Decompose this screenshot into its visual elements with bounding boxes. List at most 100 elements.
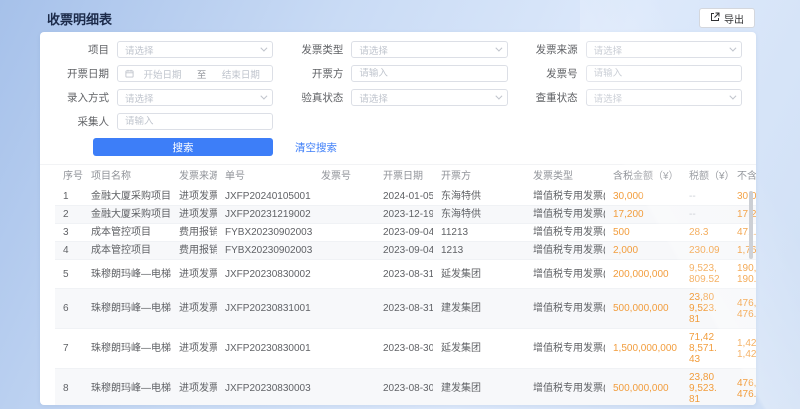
cell-order_no: JXFP20231219002 [217,206,313,224]
filter-label-verify-status: 验真状态 [289,90,351,105]
cell-type: 增值税专用发票(蓝) [525,329,605,369]
cell-source: 进项发票 [171,260,217,289]
cell-order_no: JXFP20230830003 [217,369,313,406]
cell-date: 2023-12-19 [375,206,433,224]
column-header: 序号 [55,165,83,188]
cell-invoice_no [313,329,375,369]
table-row[interactable]: 7珠穆朗玛峰—电梯安装进项发票JXFP202308300012023-08-30… [55,329,756,369]
cell-type: 增值税专用发票(蓝) [525,242,605,260]
issuer-field [351,65,507,82]
clear-search-link[interactable]: 清空搜索 [295,140,337,155]
column-header: 项目名称 [83,165,171,188]
invoice-no-input[interactable] [594,68,734,79]
cell-no: 2 [55,206,83,224]
collector-input[interactable] [125,116,265,127]
column-header: 开票方 [433,165,525,188]
cell-invoice_no [313,260,375,289]
cell-source: 费用报销 [171,224,217,242]
cell-invoice_no [313,224,375,242]
cell-order_no: FYBX20230902003 [217,242,313,260]
cell-invoice_no [313,242,375,260]
cell-tax: 23,809,523.81 [681,289,729,329]
issuer-input[interactable] [359,68,499,79]
table-row[interactable]: 5珠穆朗玛峰—电梯安装进项发票JXFP202308300022023-08-31… [55,260,756,289]
cell-issuer: 建发集团 [433,289,525,329]
filter-label-invoice-type: 发票类型 [289,42,351,57]
table-row[interactable]: 1金融大厦采购项目进项发票JXFP202401050012024-01-05东海… [55,188,756,206]
cell-amount_without_tax: 476,190,476.19 [729,289,756,329]
vertical-scrollbar[interactable] [749,191,753,259]
table-row[interactable]: 8珠穆朗玛峰—电梯安装进项发票JXFP202308300032023-08-30… [55,369,756,406]
filter-label-issuer: 开票方 [289,66,351,81]
cell-project: 成本管控项目 [83,242,171,260]
cell-issuer: 东海特供 [433,188,525,206]
dup-status-select[interactable]: 请选择 [586,89,742,106]
cell-amount_without_tax: 1,428,571,428.57 [729,329,756,369]
cell-issuer: 东海特供 [433,206,525,224]
filter-label-collector: 采集人 [55,114,117,129]
export-label: 导出 [724,11,744,26]
table-body: 1金融大厦采购项目进项发票JXFP202401050012024-01-05东海… [55,188,756,405]
cell-type: 增值税专用发票(蓝) [525,289,605,329]
export-button[interactable]: 导出 [699,8,755,28]
column-header: 发票来源 [171,165,217,188]
cell-no: 6 [55,289,83,329]
cell-source: 费用报销 [171,242,217,260]
filter-label-dup-status: 查重状态 [524,90,586,105]
table-header-row: 序号项目名称发票来源单号发票号开票日期开票方发票类型含税金额（¥）税额（¥）不含… [55,165,756,188]
date-end-placeholder: 结束日期 [216,67,265,81]
project-select[interactable]: 请选择 [117,41,273,58]
column-header: 税额（¥） [681,165,729,188]
cell-amount_with_tax: 500 [605,224,681,242]
cell-type: 增值税专用发票(蓝) [525,369,605,406]
date-start-placeholder: 开始日期 [138,67,187,81]
filter-label-invoice-date: 开票日期 [55,66,117,81]
search-button[interactable]: 搜索 [93,138,273,156]
cell-issuer: 建发集团 [433,369,525,406]
cell-date: 2023-08-30 [375,329,433,369]
cell-no: 7 [55,329,83,369]
cell-no: 4 [55,242,83,260]
table-row[interactable]: 2金融大厦采购项目进项发票JXFP202312190022023-12-19东海… [55,206,756,224]
column-header: 开票日期 [375,165,433,188]
content-card: 项目 请选择 发票类型 请选择 发票来源 请选择 [40,32,756,405]
cell-type: 增值税专用发票(蓝) [525,260,605,289]
cell-issuer: 1213 [433,242,525,260]
invoice-date-range[interactable]: 开始日期 至 结束日期 [117,65,273,82]
page-title: 收票明细表 [47,9,112,28]
cell-issuer: 延发集团 [433,329,525,369]
cell-source: 进项发票 [171,289,217,329]
filter-label-entry-method: 录入方式 [55,90,117,105]
calendar-icon [125,69,134,78]
table-row[interactable]: 6珠穆朗玛峰—电梯安装进项发票JXFP202308310012023-08-31… [55,289,756,329]
cell-no: 3 [55,224,83,242]
cell-date: 2023-09-04 [375,224,433,242]
cell-issuer: 延发集团 [433,260,525,289]
invoice-type-select[interactable]: 请选择 [351,41,507,58]
cell-amount_with_tax: 30,000 [605,188,681,206]
cell-project: 珠穆朗玛峰—电梯安装 [83,260,171,289]
chevron-down-icon [729,93,736,100]
cell-invoice_no [313,289,375,329]
cell-date: 2023-09-04 [375,242,433,260]
cell-order_no: JXFP20230831001 [217,289,313,329]
cell-invoice_no [313,369,375,406]
chevron-down-icon [261,93,268,100]
cell-project: 金融大厦采购项目 [83,188,171,206]
column-header: 不含税金额（¥） [729,165,756,188]
invoice-source-select[interactable]: 请选择 [586,41,742,58]
date-separator: 至 [187,67,217,81]
column-header: 发票类型 [525,165,605,188]
column-header: 含税金额（¥） [605,165,681,188]
cell-source: 进项发票 [171,329,217,369]
table-row[interactable]: 3成本管控项目费用报销FYBX202309020032023-09-041121… [55,224,756,242]
entry-method-select[interactable]: 请选择 [117,89,273,106]
invoice-no-field [586,65,742,82]
cell-amount_with_tax: 500,000,000 [605,369,681,406]
cell-tax: 28.3 [681,224,729,242]
top-bar: 收票明细表 导出 [0,0,800,34]
cell-type: 增值税专用发票(蓝) [525,224,605,242]
table-row[interactable]: 4成本管控项目费用报销FYBX20230902003 2023-09-041213… [55,242,756,260]
cell-source: 进项发票 [171,188,217,206]
verify-status-select[interactable]: 请选择 [351,89,507,106]
